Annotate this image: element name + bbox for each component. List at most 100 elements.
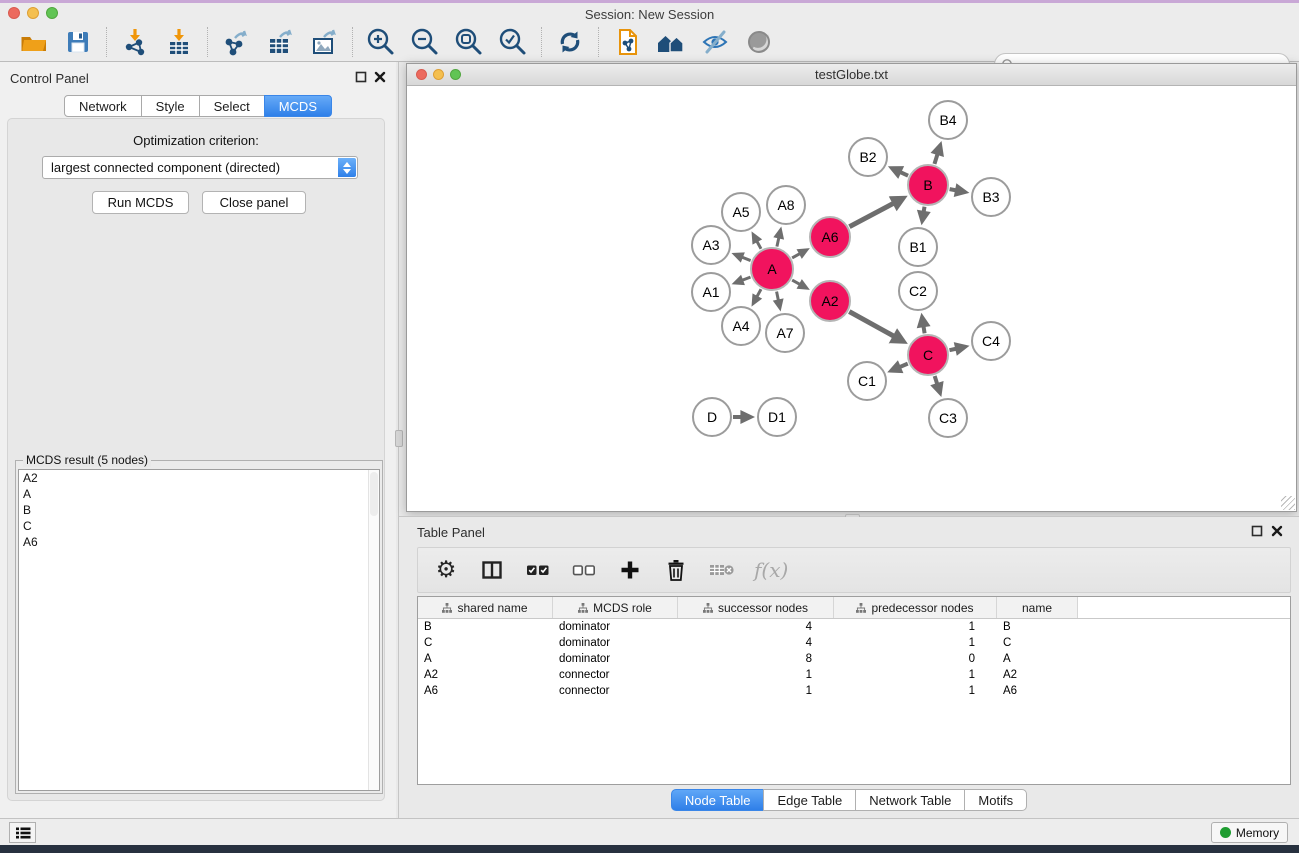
- deselect-all-button[interactable]: [570, 556, 598, 584]
- table-cell[interactable]: 1: [834, 635, 997, 651]
- delete-table-button[interactable]: [708, 556, 736, 584]
- graph-node-A5[interactable]: A5: [721, 192, 761, 232]
- tab-mcds[interactable]: MCDS: [264, 95, 332, 117]
- table-cell[interactable]: 1: [678, 683, 834, 699]
- close-panel-button[interactable]: Close panel: [202, 191, 306, 214]
- table-cell[interactable]: B: [418, 619, 553, 635]
- close-panel-icon[interactable]: [374, 71, 386, 83]
- column-header-successor-nodes[interactable]: successor nodes: [678, 597, 834, 618]
- refresh-view-button[interactable]: [554, 26, 586, 58]
- table-cell[interactable]: 1: [834, 619, 997, 635]
- graph-node-A8[interactable]: A8: [766, 185, 806, 225]
- export-table-button[interactable]: [264, 26, 296, 58]
- graph-node-A7[interactable]: A7: [765, 313, 805, 353]
- graph-node-C1[interactable]: C1: [847, 361, 887, 401]
- show-details-button[interactable]: [743, 26, 775, 58]
- graph-node-B[interactable]: B: [907, 164, 949, 206]
- table-cell[interactable]: 4: [678, 635, 834, 651]
- table-cell[interactable]: connector: [553, 667, 678, 683]
- table-row[interactable]: Adominator80A: [418, 651, 1290, 667]
- export-network-button[interactable]: [220, 26, 252, 58]
- graph-edge-A2-C[interactable]: [849, 312, 894, 337]
- clone-network-button[interactable]: [611, 26, 643, 58]
- column-header-shared-name[interactable]: shared name: [418, 597, 553, 618]
- table-cell[interactable]: A6: [418, 683, 553, 699]
- graph-edge-A6-B[interactable]: [849, 203, 894, 227]
- table-row[interactable]: A2connector11A2: [418, 667, 1290, 683]
- criterion-dropdown[interactable]: largest connected component (directed): [42, 156, 358, 179]
- tab-style[interactable]: Style: [141, 95, 200, 117]
- add-column-button[interactable]: [616, 556, 644, 584]
- graph-node-C3[interactable]: C3: [928, 398, 968, 438]
- float-panel-icon[interactable]: [355, 71, 367, 83]
- graph-node-B2[interactable]: B2: [848, 137, 888, 177]
- table-cell[interactable]: C: [997, 635, 1078, 651]
- table-cell[interactable]: 1: [678, 667, 834, 683]
- select-all-button[interactable]: [524, 556, 552, 584]
- graph-node-A4[interactable]: A4: [721, 306, 761, 346]
- table-cell[interactable]: A2: [418, 667, 553, 683]
- table-cell[interactable]: 4: [678, 619, 834, 635]
- tab-motifs[interactable]: Motifs: [964, 789, 1027, 811]
- hide-details-button[interactable]: [699, 26, 731, 58]
- graph-node-C[interactable]: C: [907, 334, 949, 376]
- column-header-MCDS-role[interactable]: MCDS role: [553, 597, 678, 618]
- import-network-button[interactable]: [119, 26, 151, 58]
- table-cell[interactable]: A: [997, 651, 1078, 667]
- mcds-result-item[interactable]: B: [19, 502, 379, 518]
- column-header-name[interactable]: name: [997, 597, 1078, 618]
- mcds-result-item[interactable]: A6: [19, 534, 379, 550]
- table-cell[interactable]: B: [997, 619, 1078, 635]
- home-button[interactable]: [655, 26, 687, 58]
- graph-node-A6[interactable]: A6: [809, 216, 851, 258]
- column-header-predecessor-nodes[interactable]: predecessor nodes: [834, 597, 997, 618]
- graph-node-B4[interactable]: B4: [928, 100, 968, 140]
- table-row[interactable]: Cdominator41C: [418, 635, 1290, 651]
- float-table-panel-icon[interactable]: [1251, 525, 1263, 537]
- table-cell[interactable]: 0: [834, 651, 997, 667]
- table-cell[interactable]: 1: [834, 667, 997, 683]
- tab-node-table[interactable]: Node Table: [671, 789, 765, 811]
- mcds-result-item[interactable]: A2: [19, 470, 379, 486]
- graph-node-B1[interactable]: B1: [898, 227, 938, 267]
- table-cell[interactable]: 8: [678, 651, 834, 667]
- show-column-panel-button[interactable]: [478, 556, 506, 584]
- graph-node-A1[interactable]: A1: [691, 272, 731, 312]
- table-row[interactable]: A6connector11A6: [418, 683, 1290, 699]
- table-cell[interactable]: 1: [834, 683, 997, 699]
- graph-node-B3[interactable]: B3: [971, 177, 1011, 217]
- table-cell[interactable]: dominator: [553, 651, 678, 667]
- tab-edge-table[interactable]: Edge Table: [763, 789, 856, 811]
- zoom-out-button[interactable]: [409, 26, 441, 58]
- mcds-result-item[interactable]: A: [19, 486, 379, 502]
- close-table-panel-icon[interactable]: [1271, 525, 1283, 537]
- network-canvas[interactable]: B4B2BB3A8A5A6A3B1AC2A1A2A4A7C4CC1C3DD1: [407, 86, 1296, 511]
- table-row[interactable]: Bdominator41B: [418, 619, 1290, 635]
- table-cell[interactable]: connector: [553, 683, 678, 699]
- task-history-button[interactable]: [9, 822, 36, 843]
- export-image-button[interactable]: [308, 26, 340, 58]
- graph-node-A2[interactable]: A2: [809, 280, 851, 322]
- zoom-in-button[interactable]: [365, 26, 397, 58]
- graph-node-C2[interactable]: C2: [898, 271, 938, 311]
- delete-column-button[interactable]: [662, 556, 690, 584]
- result-scrollbar[interactable]: [368, 470, 379, 790]
- table-cell[interactable]: A: [418, 651, 553, 667]
- zoom-selected-button[interactable]: [497, 26, 529, 58]
- memory-button[interactable]: Memory: [1211, 822, 1288, 843]
- graph-node-D1[interactable]: D1: [757, 397, 797, 437]
- function-builder-button[interactable]: f(x): [754, 556, 788, 584]
- mcds-result-item[interactable]: C: [19, 518, 379, 534]
- graph-node-A[interactable]: A: [750, 247, 794, 291]
- network-window-titlebar[interactable]: testGlobe.txt: [407, 64, 1296, 86]
- window-resize-grip[interactable]: [1281, 496, 1295, 510]
- table-cell[interactable]: C: [418, 635, 553, 651]
- table-cell[interactable]: dominator: [553, 619, 678, 635]
- mcds-result-list[interactable]: A2ABCA6: [18, 469, 380, 791]
- import-table-button[interactable]: [163, 26, 195, 58]
- graph-node-D[interactable]: D: [692, 397, 732, 437]
- table-cell[interactable]: A2: [997, 667, 1078, 683]
- panel-divider-handle[interactable]: [395, 430, 403, 447]
- graph-node-C4[interactable]: C4: [971, 321, 1011, 361]
- table-settings-button[interactable]: ⚙: [432, 556, 460, 584]
